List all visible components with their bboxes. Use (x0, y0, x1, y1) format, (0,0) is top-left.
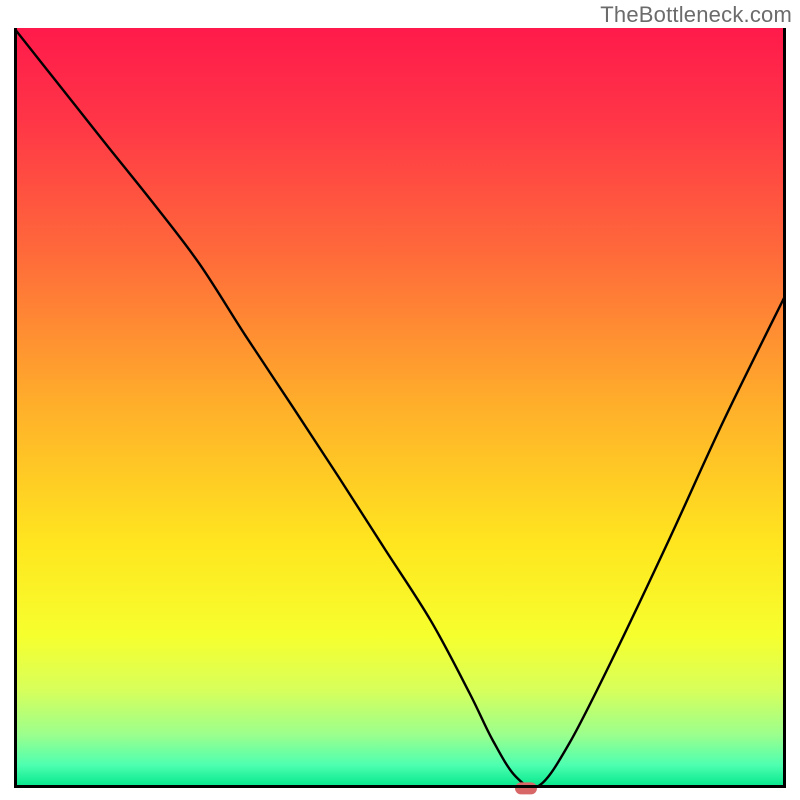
watermark-text: TheBottleneck.com (600, 2, 792, 28)
optimal-marker (515, 782, 537, 794)
chart-container: TheBottleneck.com (0, 0, 800, 800)
chart-svg (14, 28, 786, 788)
plot-area (14, 28, 786, 788)
gradient-background (14, 28, 786, 788)
